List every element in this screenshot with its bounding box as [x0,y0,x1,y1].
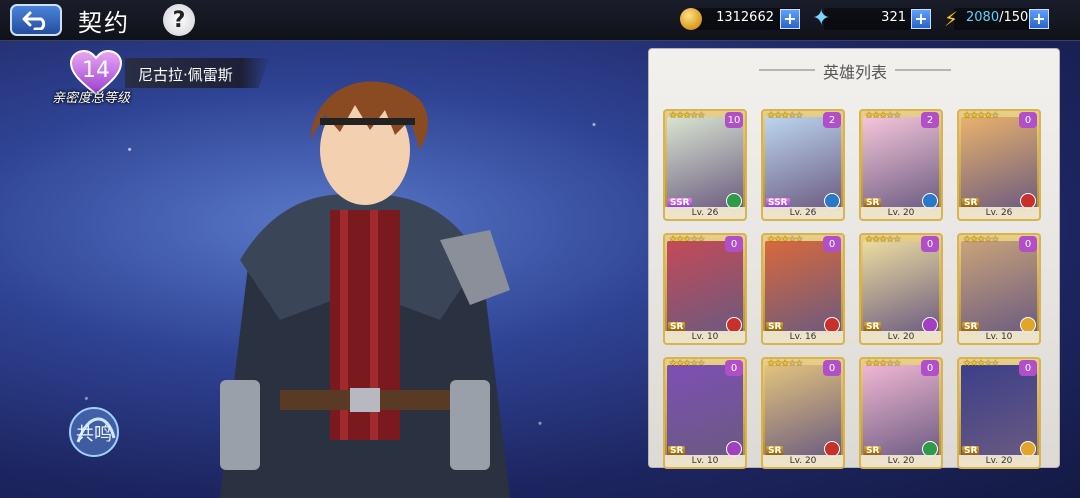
stamina-value: 2080/150 [966,10,1028,25]
hero-level: Lv. 20 [861,331,941,343]
hero-level: Lv. 20 [959,455,1039,467]
hero-card[interactable]: ★★★☆☆ 0 SR Lv. 20 [859,233,943,345]
affinity-badge: 0 [823,236,841,252]
affinity-badge: 0 [921,360,939,376]
affinity-badge: 0 [921,236,939,252]
affinity-badge: 0 [1019,112,1037,128]
star-rating-icon: ★★★☆☆ [767,235,803,245]
hero-card[interactable]: ★★★★☆ 0 SR Lv. 26 [957,109,1041,221]
hero-level: Lv. 20 [763,455,843,467]
star-rating-icon: ★★★☆☆ [865,235,901,245]
star-rating-icon: ★★★☆☆ [767,111,803,121]
gold-coin-icon [680,8,702,30]
hero-card[interactable]: ★★★☆☆ 0 SR Lv. 10 [957,233,1041,345]
hero-level: Lv. 20 [861,455,941,467]
star-rating-icon: ★★★☆☆ [963,235,999,245]
star-rating-icon: ★★★★☆ [963,111,999,121]
hero-card[interactable]: ★★★☆☆ 0 SR Lv. 20 [859,357,943,469]
hero-level: Lv. 26 [763,207,843,219]
back-button[interactable] [10,4,62,36]
affinity-badge: 2 [823,112,841,128]
lightning-bolt-icon: ⚡ [944,7,959,31]
affinity-badge: 0 [823,360,841,376]
resonance-label: 共鸣 [76,424,112,445]
hero-level: Lv. 26 [959,207,1039,219]
hero-level: Lv. 26 [665,207,745,219]
hero-card[interactable]: ★★★☆☆ 2 SR Lv. 20 [859,109,943,221]
hero-level: Lv. 10 [665,331,745,343]
affinity-total-label: 亲密度总等级 [52,91,131,106]
add-crystal-button[interactable]: + [911,9,931,29]
back-arrow-icon [22,11,46,30]
star-crystal-icon: ✦ [812,6,831,31]
hero-card[interactable]: ★★★☆☆ 10 SSR Lv. 26 [663,109,747,221]
hero-level: Lv. 16 [763,331,843,343]
hero-grid: ★★★☆☆ 10 SSR Lv. 26 ★★★☆☆ 2 SSR Lv. 26 ★… [663,109,1053,469]
title-ornament-right [895,69,951,71]
resonance-button[interactable]: 共鸣 [58,402,130,458]
hero-list-title: 英雄列表 [822,63,887,82]
affinity-badge: 0 [725,360,743,376]
hero-card[interactable]: ★★★☆☆ 0 SR Lv. 16 [761,233,845,345]
star-rating-icon: ★★★☆☆ [865,359,901,369]
hero-card[interactable]: ★★★☆☆ 2 SSR Lv. 26 [761,109,845,221]
star-rating-icon: ★★★☆☆ [963,359,999,369]
affinity-badge: 10 [725,112,743,128]
hero-portrait [220,81,510,498]
crystal-value: 321 [881,10,906,25]
add-gold-button[interactable]: + [780,9,800,29]
affinity-badge: 0 [725,236,743,252]
star-rating-icon: ★★★☆☆ [865,111,901,121]
stamina-max: /150 [999,10,1029,25]
hero-card[interactable]: ★★★☆☆ 0 SR Lv. 20 [957,357,1041,469]
affinity-badge: 0 [1019,360,1037,376]
affinity-badge: 2 [921,112,939,128]
gold-value: 1312662 [716,10,774,25]
hero-level: Lv. 10 [959,331,1039,343]
top-bar: 契约 ? 1312662 + ✦ 321 + ⚡ 2080/150 + [0,0,1080,41]
hero-card[interactable]: ★★★☆☆ 0 SR Lv. 10 [663,233,747,345]
affinity-level: 14 [82,58,110,83]
page-title: 契约 [78,9,130,37]
hero-level: Lv. 20 [861,207,941,219]
help-button[interactable]: ? [163,4,195,36]
stamina-current: 2080 [966,10,1000,25]
add-stamina-button[interactable]: + [1029,9,1049,29]
star-rating-icon: ★★★☆☆ [669,359,705,369]
affinity-badge: 0 [1019,236,1037,252]
hero-level: Lv. 10 [665,455,745,467]
star-rating-icon: ★★★☆☆ [669,111,705,121]
star-rating-icon: ★★★☆☆ [767,359,803,369]
hero-card[interactable]: ★★★☆☆ 0 SR Lv. 10 [663,357,747,469]
star-rating-icon: ★★★☆☆ [669,235,705,245]
hero-list-panel: 英雄列表 ★★★☆☆ 10 SSR Lv. 26 ★★★☆☆ 2 SSR Lv.… [648,48,1060,469]
hero-card[interactable]: ★★★☆☆ 0 SR Lv. 20 [761,357,845,469]
